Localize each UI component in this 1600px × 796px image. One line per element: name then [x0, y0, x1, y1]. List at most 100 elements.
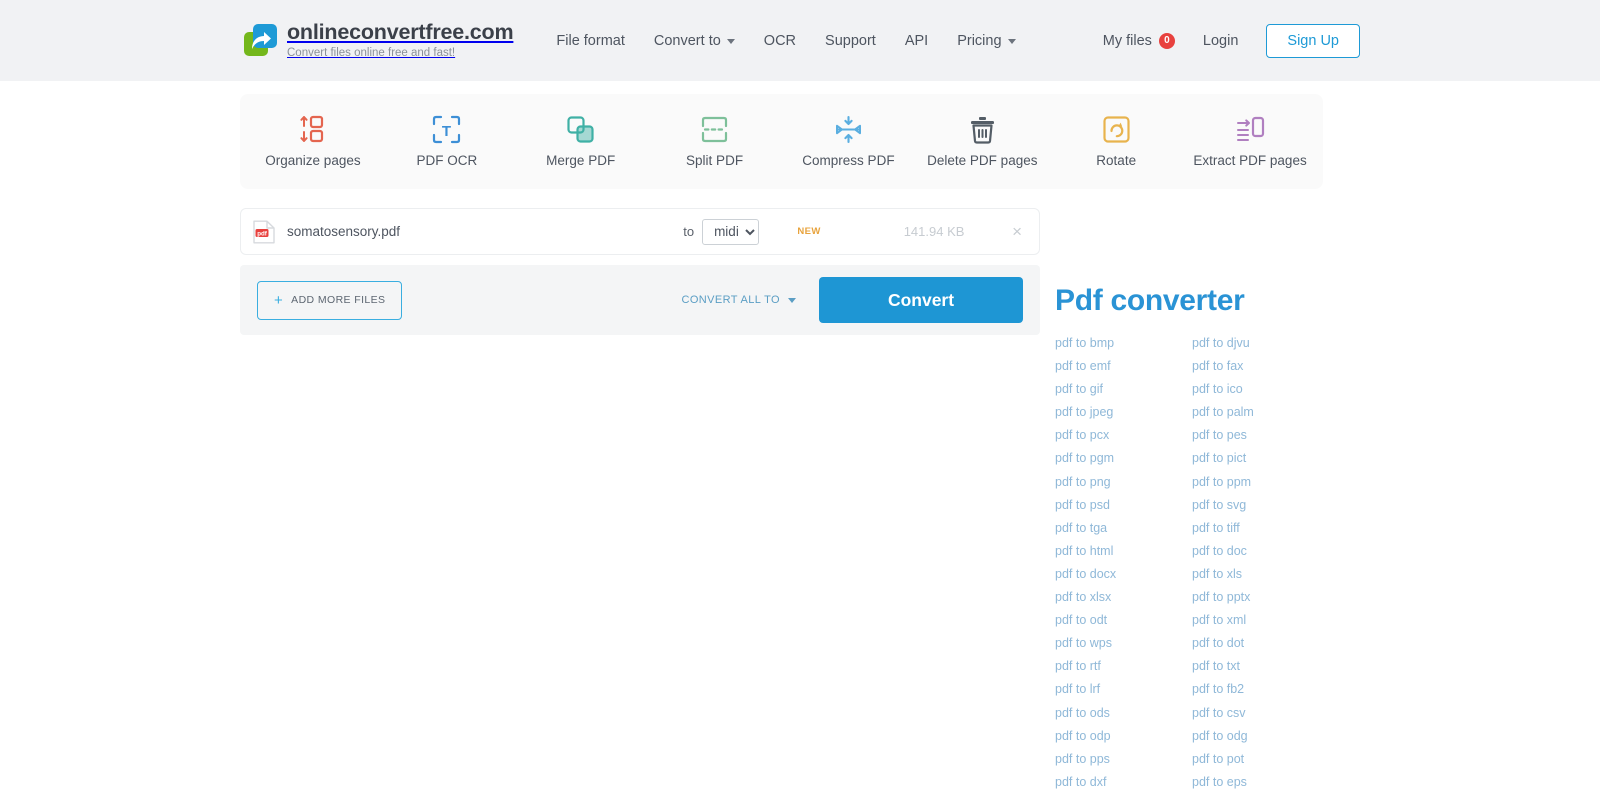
converter-link[interactable]: pdf to ods [1055, 706, 1192, 720]
nav-label: Pricing [957, 32, 1002, 49]
converter-link[interactable]: pdf to gif [1055, 383, 1192, 396]
converter-link[interactable]: pdf to odp [1055, 730, 1192, 743]
plus-icon: + [274, 291, 284, 309]
tool-split-pdf[interactable]: Split PDF [648, 115, 782, 168]
converter-link[interactable]: pdf to odt [1055, 614, 1192, 627]
nav-item-support[interactable]: Support [825, 33, 876, 49]
converter-link[interactable]: pdf to palm [1192, 406, 1360, 419]
compress-pdf-icon [834, 115, 863, 144]
converter-link[interactable]: pdf to pptx [1192, 591, 1360, 604]
converter-link[interactable]: pdf to fb2 [1192, 683, 1360, 696]
converter-link[interactable]: pdf to lrf [1055, 683, 1192, 696]
converter-link[interactable]: pdf to odg [1192, 730, 1360, 743]
converter-link[interactable]: pdf to csv [1192, 706, 1360, 720]
converter-panel: pdf somatosensory.pdf to midi NEW 141.94… [240, 189, 1040, 796]
nav-label: OCR [763, 32, 797, 49]
converter-link[interactable]: pdf to html [1055, 545, 1192, 558]
organize-pages-icon [298, 115, 328, 144]
converter-link[interactable]: pdf to emf [1055, 360, 1192, 373]
converter-link[interactable]: pdf to pcx [1055, 429, 1192, 442]
converter-link[interactable]: pdf to bmp [1055, 337, 1192, 350]
convert-button[interactable]: Convert [819, 277, 1023, 323]
signup-button[interactable]: Sign Up [1266, 23, 1360, 58]
svg-text:T: T [442, 123, 451, 140]
brand-text: onlineconvertfree.com Convert files onli… [287, 19, 514, 60]
nav-label: API [904, 32, 929, 49]
tool-label: Split PDF [686, 153, 744, 168]
nav-item-ocr[interactable]: OCR [764, 33, 796, 49]
tool-compress-pdf[interactable]: Compress PDF [782, 115, 916, 168]
converter-link[interactable]: pdf to pot [1192, 753, 1360, 766]
converter-link[interactable]: pdf to psd [1055, 499, 1192, 512]
split-pdf-icon [700, 115, 729, 144]
logo-icon [244, 24, 277, 57]
converter-link[interactable]: pdf to eps [1192, 776, 1360, 789]
action-bar: + ADD MORE FILES CONVERT ALL TO Convert [240, 265, 1040, 335]
converter-link[interactable]: pdf to jpeg [1055, 406, 1192, 419]
converter-link[interactable]: pdf to pps [1055, 753, 1192, 766]
chevron-down-icon [1007, 39, 1016, 44]
tool-organize-pages[interactable]: Organize pages [246, 115, 380, 168]
converter-link[interactable]: pdf to wps [1055, 637, 1192, 650]
converter-link[interactable]: pdf to docx [1055, 568, 1192, 581]
converter-link[interactable]: pdf to tiff [1192, 522, 1360, 535]
nav-item-convert-to[interactable]: Convert to [654, 33, 735, 49]
file-size: 141.94 KB [903, 224, 965, 239]
converter-link[interactable]: pdf to png [1055, 476, 1192, 489]
converter-link[interactable]: pdf to dot [1192, 637, 1360, 650]
login-link[interactable]: Login [1203, 33, 1238, 49]
nav-label: Support [825, 32, 876, 49]
converter-link[interactable]: pdf to tga [1055, 522, 1192, 535]
to-label: to [683, 224, 695, 239]
remove-file-icon[interactable]: × [1009, 223, 1025, 240]
my-files-link[interactable]: My files 0 [1102, 32, 1175, 49]
add-more-files-button[interactable]: + ADD MORE FILES [257, 280, 403, 320]
converter-link[interactable]: pdf to xml [1192, 614, 1360, 627]
converter-link[interactable]: pdf to ppm [1192, 476, 1360, 489]
new-badge: NEW [797, 226, 821, 237]
my-files-label: My files [1102, 32, 1152, 49]
converter-link[interactable]: pdf to svg [1192, 499, 1360, 512]
output-format-select[interactable]: midi [702, 218, 760, 245]
tool-merge-pdf[interactable]: Merge PDF [514, 115, 648, 168]
add-more-files-label: ADD MORE FILES [291, 294, 386, 306]
brand-title: onlineconvertfree.com [287, 19, 514, 44]
file-row: pdf somatosensory.pdf to midi NEW 141.94… [240, 208, 1040, 255]
sidebar-title: Pdf converter [1055, 284, 1245, 317]
tool-rotate[interactable]: Rotate [1049, 115, 1183, 168]
converter-link[interactable]: pdf to pgm [1055, 452, 1192, 465]
my-files-count-badge: 0 [1158, 32, 1175, 49]
converter-link[interactable]: pdf to txt [1192, 660, 1360, 673]
site-header: onlineconvertfree.com Convert files onli… [0, 0, 1600, 81]
nav-item-api[interactable]: API [905, 33, 928, 49]
header-inner: onlineconvertfree.com Convert files onli… [240, 0, 1360, 81]
converter-link[interactable]: pdf to dxf [1055, 776, 1192, 789]
nav-item-pricing[interactable]: Pricing [957, 32, 1016, 49]
tool-label: Rotate [1096, 153, 1137, 168]
converter-link[interactable]: pdf to pict [1192, 452, 1360, 465]
rotate-icon [1102, 115, 1131, 144]
tool-delete-pdf-pages[interactable]: Delete PDF pages [915, 115, 1049, 168]
brand-logo-link[interactable]: onlineconvertfree.com Convert files onli… [244, 19, 514, 60]
tool-label: Compress PDF [802, 153, 895, 168]
converter-link[interactable]: pdf to ico [1192, 383, 1360, 396]
converter-links-grid: pdf to bmp pdf to djvu pdf to emf pdf to fa… [1055, 337, 1360, 796]
converter-link[interactable]: pdf to xlsx [1055, 591, 1192, 604]
converter-link[interactable]: pdf to djvu [1192, 337, 1360, 350]
brand-tagline: Convert files online free and fast! [287, 47, 456, 59]
tool-pdf-ocr[interactable]: T PDF OCR [380, 115, 514, 168]
pdf-ocr-icon: T [432, 115, 461, 144]
tool-label: PDF OCR [416, 153, 478, 168]
convert-all-to-dropdown[interactable]: CONVERT ALL TO [681, 294, 796, 306]
nav-item-file-format[interactable]: File format [556, 33, 625, 49]
tool-label: Extract PDF pages [1193, 153, 1307, 168]
converter-link[interactable]: pdf to xls [1192, 568, 1360, 581]
converter-link[interactable]: pdf to doc [1192, 545, 1360, 558]
page-body: Organize pages T PDF OCR Merge PDF Split… [240, 81, 1360, 796]
tool-extract-pdf-pages[interactable]: Extract PDF pages [1183, 115, 1317, 168]
merge-pdf-icon [566, 115, 595, 144]
converter-link[interactable]: pdf to rtf [1055, 660, 1192, 673]
chevron-down-icon [726, 39, 735, 44]
converter-link[interactable]: pdf to fax [1192, 360, 1360, 373]
converter-link[interactable]: pdf to pes [1192, 429, 1360, 442]
